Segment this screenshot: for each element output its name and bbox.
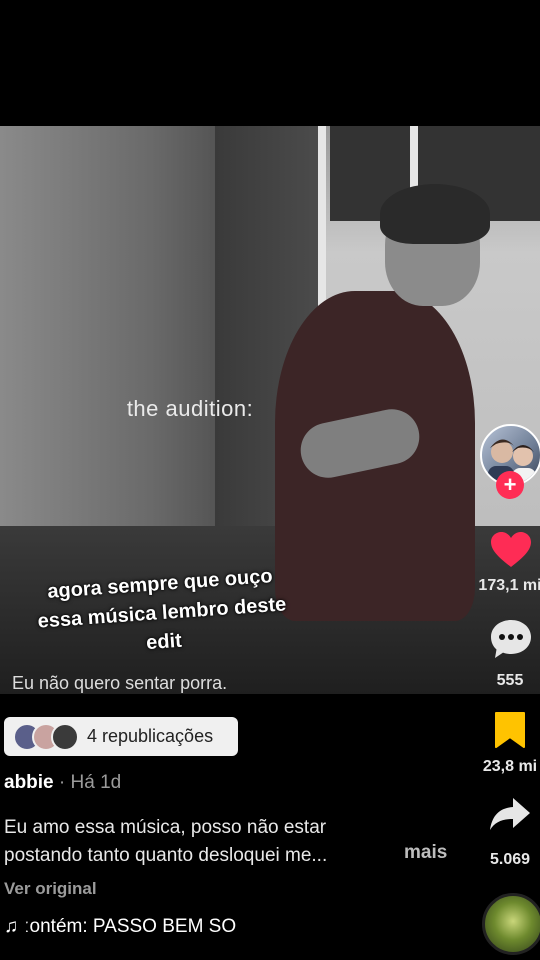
description-line: Eu amo essa música, posso não estar (4, 817, 327, 838)
comment-icon (491, 620, 531, 658)
music-title: ːontém: PASSO BEM SO (24, 916, 237, 937)
share-count: 5.069 (489, 851, 531, 868)
author-row: abbie · Há 1d (4, 772, 121, 794)
music-note-icon: ♫ (4, 916, 19, 937)
post-description[interactable]: Eu amo essa música, posso não estar post… (4, 814, 464, 870)
see-more-link[interactable]: mais (404, 842, 447, 864)
repost-avatars (13, 722, 79, 751)
description-line: postando tanto quanto desloquei me... (4, 845, 328, 866)
video-person (380, 184, 490, 244)
author-name[interactable]: abbie (4, 772, 54, 793)
share-button[interactable] (488, 795, 532, 835)
save-count: 23,8 mi (482, 758, 538, 775)
music-disc[interactable] (482, 893, 540, 955)
reposts-label: 4 republicações (87, 726, 214, 746)
follow-button[interactable]: + (496, 471, 524, 499)
music-info[interactable]: ♫ ːontém: PASSO BEM SO (4, 916, 236, 938)
reposts-badge[interactable]: 4 republicações (4, 717, 238, 756)
share-arrow-icon (490, 798, 530, 830)
save-button[interactable] (490, 710, 530, 750)
bookmark-icon (495, 712, 525, 748)
like-count: 173,1 mi (478, 577, 540, 594)
video-overlay-text: the audition: (126, 396, 254, 421)
comment-button[interactable] (488, 618, 534, 660)
like-button[interactable] (488, 528, 534, 572)
post-time: · Há 1d (58, 772, 122, 793)
heart-icon (491, 532, 531, 567)
comment-count: 555 (496, 672, 524, 689)
video-subtitle: Eu não quero sentar porra. (12, 673, 228, 693)
see-original-link[interactable]: Ver original (4, 879, 97, 899)
avatar (51, 722, 79, 751)
